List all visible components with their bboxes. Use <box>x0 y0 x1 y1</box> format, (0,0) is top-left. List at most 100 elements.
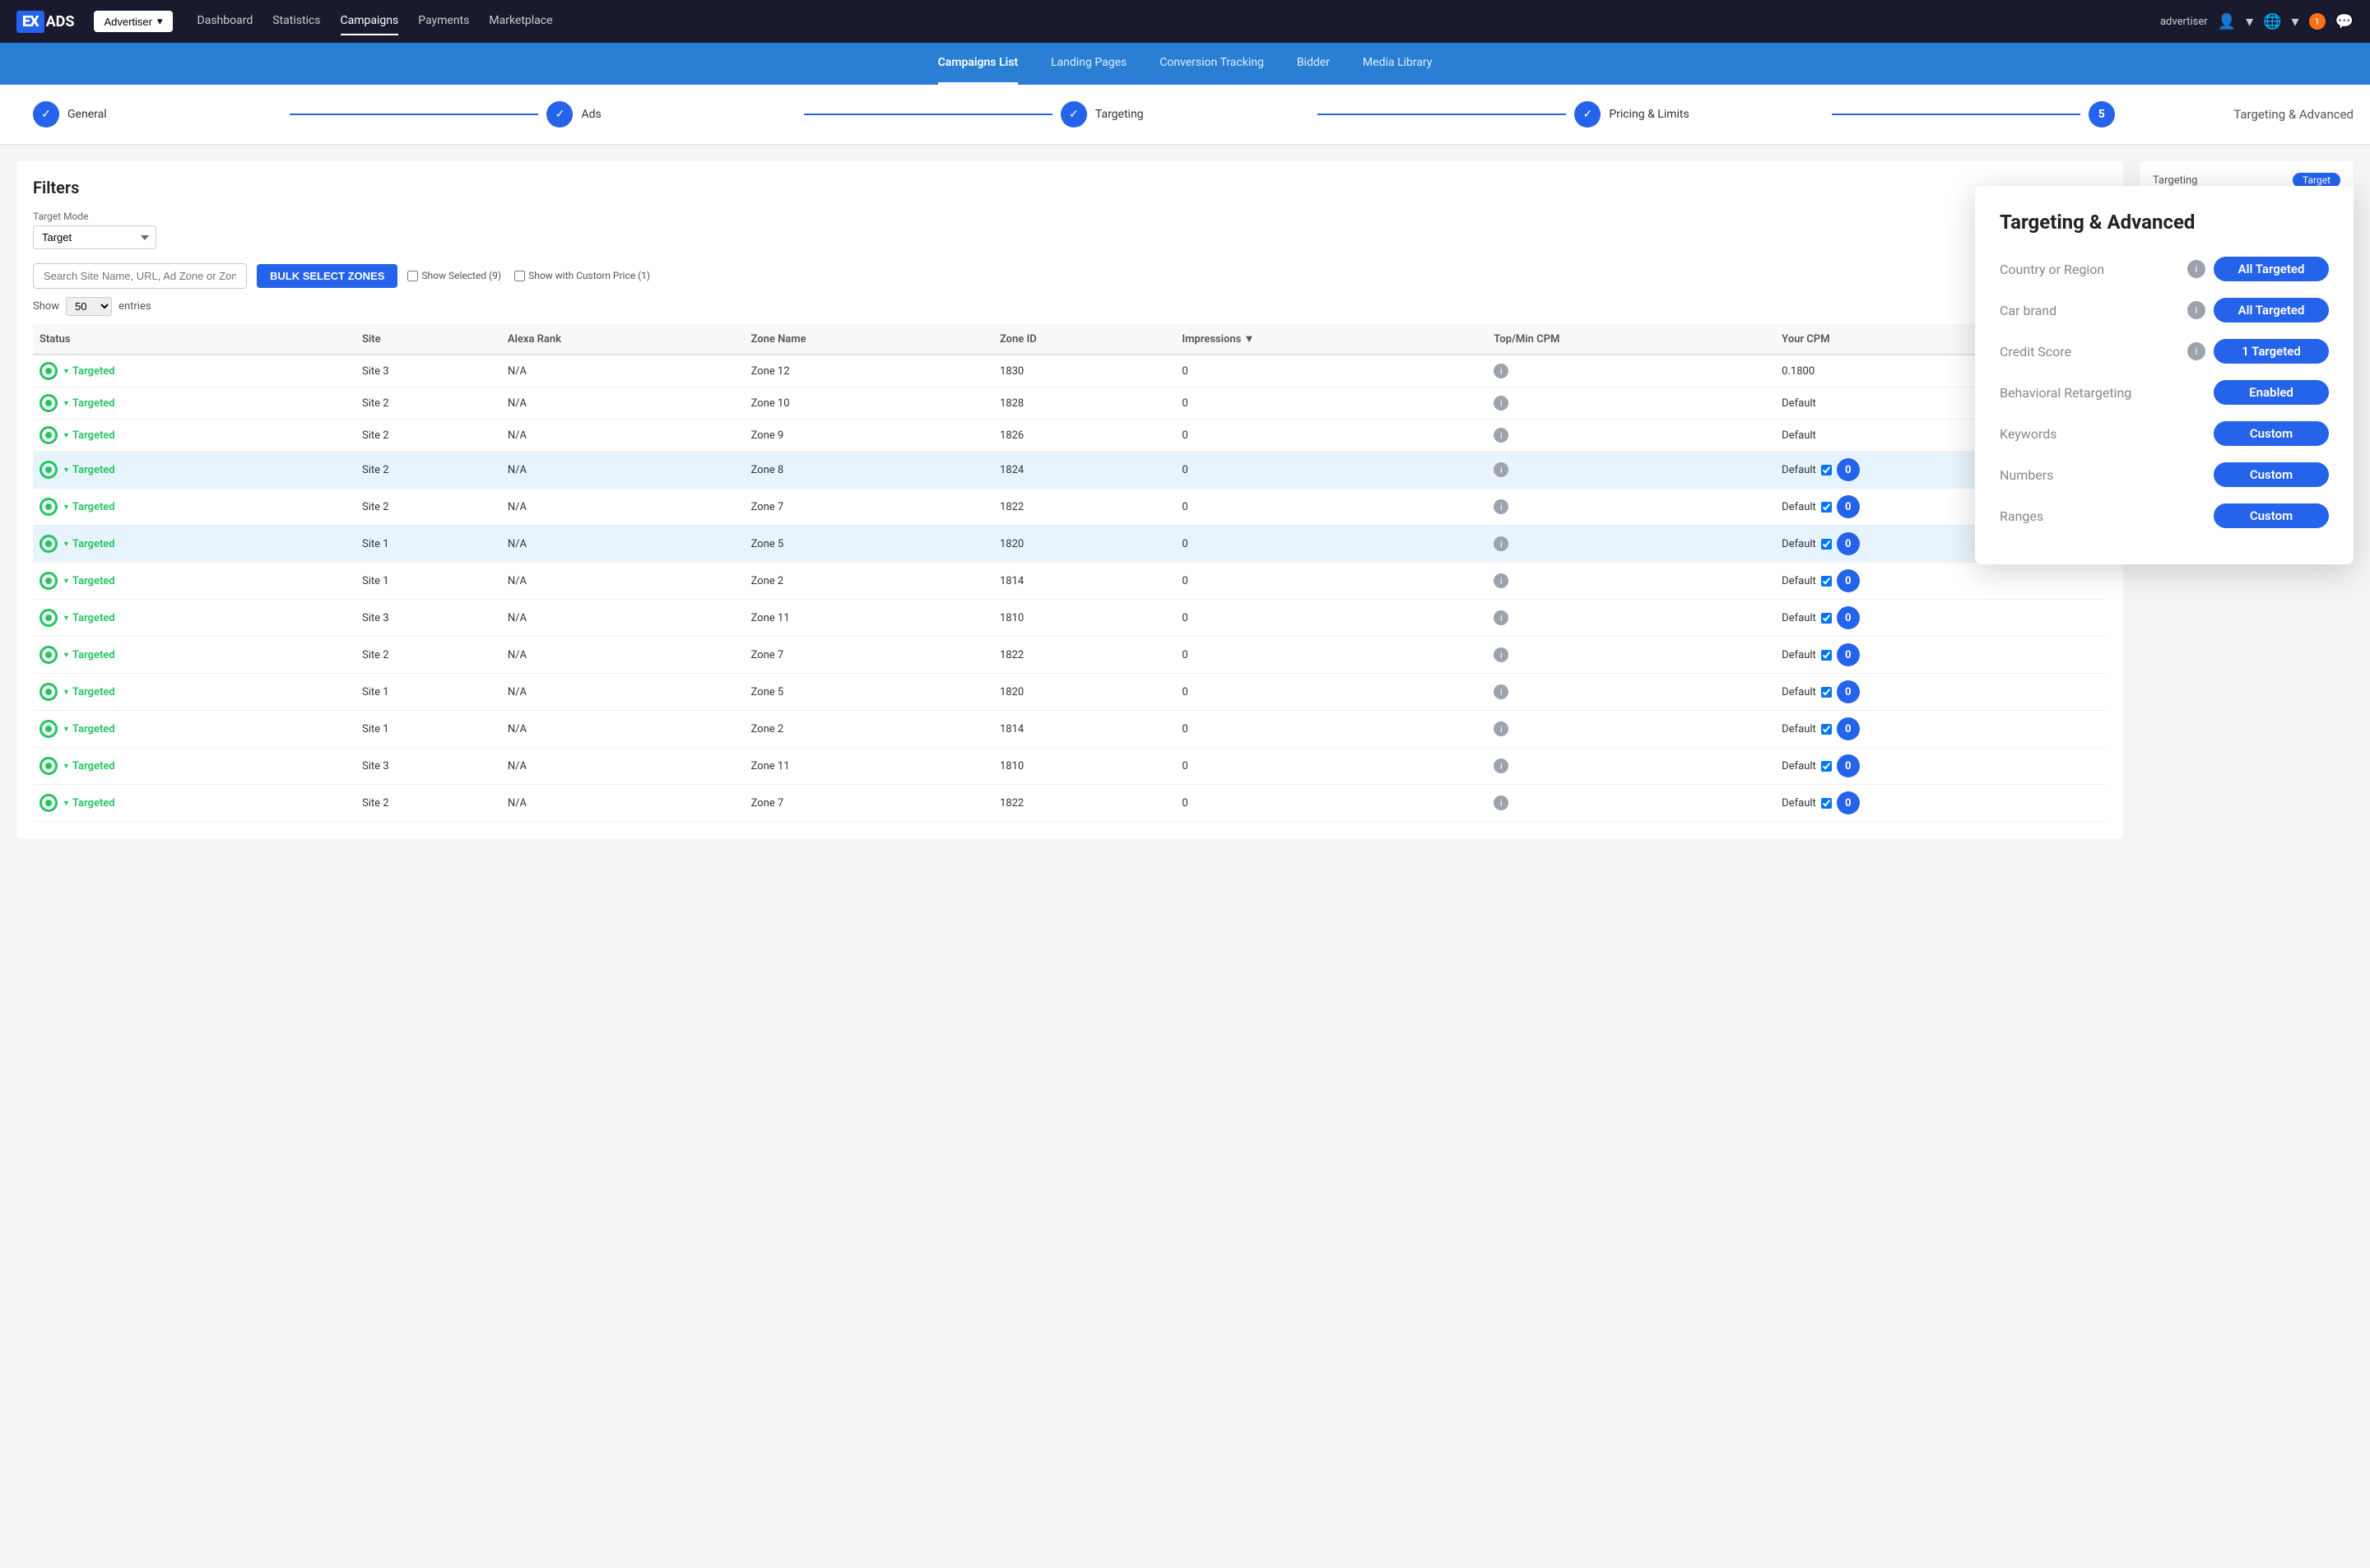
search-input[interactable] <box>33 263 247 289</box>
nav-dashboard[interactable]: Dashboard <box>198 7 253 35</box>
popup-badge-6[interactable]: Custom <box>2214 503 2329 528</box>
wizard-step-general-check: ✓ <box>33 101 59 128</box>
nav-payments[interactable]: Payments <box>418 7 469 35</box>
status-cell-11: Targeted <box>33 748 356 785</box>
show-selected-label: Show Selected (9) <box>421 270 501 281</box>
popup-info-icon-0[interactable]: i <box>2187 260 2205 278</box>
popup-badge-2[interactable]: 1 Targeted <box>2214 339 2329 364</box>
zone-badge-9: 0 <box>1837 680 1860 703</box>
popup-badge-1[interactable]: All Targeted <box>2214 298 2329 322</box>
checkbox-filters: Show Selected (9) Show with Custom Price… <box>407 270 650 281</box>
zone-id-cell-7: 1810 <box>993 600 1175 637</box>
cpm-info-icon-2[interactable]: i <box>1494 428 1508 443</box>
cpm-info-icon-1[interactable]: i <box>1494 396 1508 411</box>
targeted-link-2[interactable]: Targeted <box>63 429 115 442</box>
show-selected-checkbox-label[interactable]: Show Selected (9) <box>407 270 501 281</box>
popup-row-right-5: Custom <box>2214 462 2329 487</box>
popup-badge-5[interactable]: Custom <box>2214 462 2329 487</box>
targeted-link-0[interactable]: Targeted <box>63 365 115 378</box>
zone-checkbox-12[interactable] <box>1821 798 1832 809</box>
zone-checkbox-4[interactable] <box>1821 502 1832 513</box>
targeted-link-8[interactable]: Targeted <box>63 649 115 661</box>
targeted-link-6[interactable]: Targeted <box>63 575 115 587</box>
your-cpm-cell-6: Default 0 <box>1775 563 2107 600</box>
globe-chevron-icon[interactable]: ▾ <box>2292 13 2299 30</box>
zone-badge-6: 0 <box>1837 569 1860 592</box>
nav-statistics[interactable]: Statistics <box>272 7 320 35</box>
advertiser-dropdown[interactable]: Advertiser ▾ <box>94 11 172 32</box>
impressions-cell-7: 0 <box>1175 600 1487 637</box>
targeted-link-12[interactable]: Targeted <box>63 797 115 810</box>
wizard-line-1 <box>290 114 538 115</box>
zone-checkbox-3[interactable] <box>1821 465 1832 476</box>
message-icon[interactable]: 💬 <box>2335 13 2354 30</box>
alexa-cell-7: N/A <box>501 600 745 637</box>
zone-checkbox-11[interactable] <box>1821 761 1832 772</box>
zone-checkbox-5[interactable] <box>1821 539 1832 550</box>
subnav-media-library[interactable]: Media Library <box>1363 43 1432 85</box>
chevron-down-icon[interactable]: ▾ <box>2246 13 2253 30</box>
cpm-info-icon-10[interactable]: i <box>1494 721 1508 736</box>
cpm-info-icon-12[interactable]: i <box>1494 796 1508 810</box>
popup-badge-3[interactable]: Enabled <box>2214 380 2329 405</box>
zone-checkbox-7[interactable] <box>1821 613 1832 624</box>
subnav-campaigns-list[interactable]: Campaigns List <box>938 43 1018 85</box>
targeted-link-11[interactable]: Targeted <box>63 760 115 772</box>
show-selected-checkbox[interactable] <box>407 271 418 281</box>
cpm-info-icon-0[interactable]: i <box>1494 364 1508 378</box>
wizard-line-2 <box>804 114 1053 115</box>
zone-checkbox-6[interactable] <box>1821 576 1832 587</box>
table-row: Targeted Site 1 N/A Zone 2 1814 0 i Defa… <box>33 711 2107 748</box>
cpm-info-icon-5[interactable]: i <box>1494 536 1508 551</box>
cpm-info-icon-3[interactable]: i <box>1494 462 1508 477</box>
impressions-cell-6: 0 <box>1175 563 1487 600</box>
subnav-bidder[interactable]: Bidder <box>1297 43 1330 85</box>
popup-badge-0[interactable]: All Targeted <box>2214 257 2329 281</box>
zone-checkbox-8[interactable] <box>1821 650 1832 661</box>
zone-checkbox-9[interactable] <box>1821 687 1832 698</box>
nav-campaigns[interactable]: Campaigns <box>341 7 399 35</box>
nav-marketplace[interactable]: Marketplace <box>489 7 552 35</box>
alexa-cell-0: N/A <box>501 355 745 387</box>
cpm-info-icon-11[interactable]: i <box>1494 758 1508 773</box>
cpm-info-icon-8[interactable]: i <box>1494 647 1508 662</box>
cpm-info-icon-7[interactable]: i <box>1494 610 1508 625</box>
table-row: Targeted Site 1 N/A Zone 2 1814 0 i Defa… <box>33 563 2107 600</box>
popup-row-0: Country or Region i All Targeted <box>2000 257 2329 281</box>
status-dot-4 <box>40 498 58 516</box>
your-cpm-cell-9: Default 0 <box>1775 674 2107 711</box>
globe-icon[interactable]: 🌐 <box>2263 13 2281 30</box>
zone-name-cell-10: Zone 2 <box>745 711 993 748</box>
notification-badge[interactable]: 1 <box>2309 13 2326 30</box>
site-cell-11: Site 3 <box>356 748 501 785</box>
impressions-cell-2: 0 <box>1175 420 1487 452</box>
subnav-conversion-tracking[interactable]: Conversion Tracking <box>1159 43 1264 85</box>
targeted-link-1[interactable]: Targeted <box>63 397 115 410</box>
zone-id-cell-1: 1828 <box>993 387 1175 420</box>
cpm-info-icon-6[interactable]: i <box>1494 573 1508 588</box>
user-icon[interactable]: 👤 <box>2218 13 2236 30</box>
targeted-link-7[interactable]: Targeted <box>63 612 115 624</box>
col-zone-id: Zone ID <box>993 324 1175 355</box>
popup-info-icon-2[interactable]: i <box>2187 342 2205 360</box>
targeted-link-10[interactable]: Targeted <box>63 723 115 735</box>
alexa-cell-11: N/A <box>501 748 745 785</box>
targeted-link-4[interactable]: Targeted <box>63 501 115 513</box>
targeted-link-3[interactable]: Targeted <box>63 464 115 476</box>
targeting-advanced-label: Targeting & Advanced <box>2233 107 2354 122</box>
show-custom-price-checkbox[interactable] <box>514 271 525 281</box>
wizard-step-ads-check: ✓ <box>546 101 573 128</box>
targeted-link-9[interactable]: Targeted <box>63 686 115 698</box>
popup-info-icon-1[interactable]: i <box>2187 301 2205 319</box>
entries-select[interactable]: 10 25 50 100 <box>66 297 112 316</box>
popup-badge-4[interactable]: Custom <box>2214 421 2329 446</box>
zone-checkbox-10[interactable] <box>1821 724 1832 735</box>
subnav-landing-pages[interactable]: Landing Pages <box>1051 43 1127 85</box>
target-mode-select[interactable]: Target Block All <box>33 225 156 249</box>
targeted-link-5[interactable]: Targeted <box>63 538 115 550</box>
bulk-select-zones-button[interactable]: BULK SELECT ZONES <box>257 264 397 288</box>
cpm-info-icon-9[interactable]: i <box>1494 684 1508 699</box>
cpm-info-icon-4[interactable]: i <box>1494 499 1508 514</box>
main-content: Filters Target Mode Target Block All BUL… <box>0 145 2370 855</box>
show-custom-price-checkbox-label[interactable]: Show with Custom Price (1) <box>514 270 650 281</box>
